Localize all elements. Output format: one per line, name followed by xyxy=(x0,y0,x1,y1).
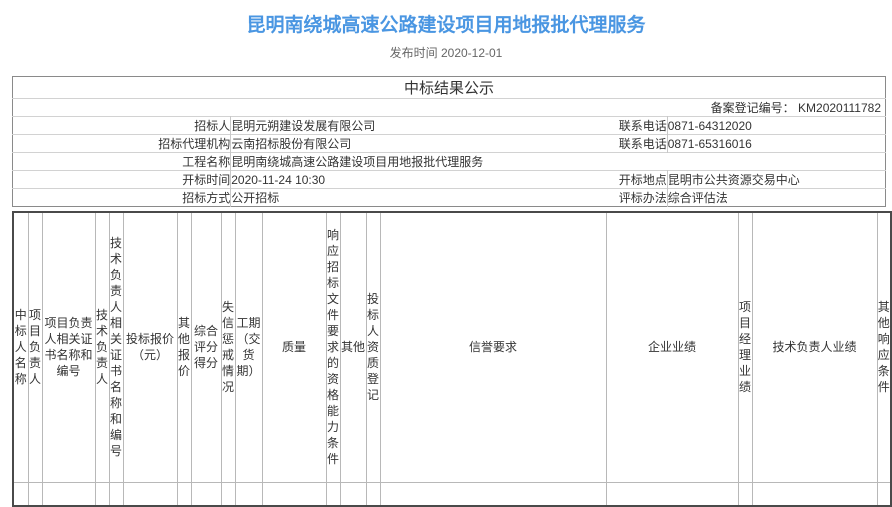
announcement-info-table: 中标结果公示 备案登记编号： KM2020111782 招标人 昆明元朔建设发展… xyxy=(12,76,886,207)
tenderee-phone-value: 0871-64312020 xyxy=(667,117,885,135)
col-project-leader: 项 目 负 责 人 xyxy=(28,212,42,482)
col-tech-leader: 技 术 负 责 人 xyxy=(95,212,109,482)
bid-opening-place-label: 开标地点 xyxy=(449,171,667,189)
agency-label: 招标代理机构 xyxy=(13,135,231,153)
bid-opening-time-value: 2020-11-24 10:30 xyxy=(231,171,449,189)
project-name-row: 工程名称 昆明南绕城高速公路建设项目用地报批代理服务 xyxy=(13,153,886,171)
agency-phone-value: 0871-65316016 xyxy=(667,135,885,153)
registration-row: 备案登记编号： KM2020111782 xyxy=(13,99,886,117)
col-composite-score: 综合 评分 得分 xyxy=(191,212,221,482)
col-dishonesty-record: 失 信 惩 戒 情 况 xyxy=(221,212,235,482)
col-bidder-qualification: 投 标 人 资 质 登 记 xyxy=(366,212,380,482)
col-tech-leader-cert: 技 术 负 责 人 相 关 证 书 名 称 和 编 号 xyxy=(109,212,123,482)
agency-value: 云南招标股份有限公司 xyxy=(231,135,449,153)
col-winner-name: 中 标 人 名 称 xyxy=(13,212,28,482)
tenderee-value: 昆明元朔建设发展有限公司 xyxy=(231,117,449,135)
col-bid-price: 投标报价 （元） xyxy=(123,212,177,482)
col-quality: 质量 xyxy=(262,212,326,482)
col-qualification-response: 响 应 招 标 文 件 要 求 的 资 格 能 力 条 件 xyxy=(326,212,340,482)
bid-opening-time-label: 开标时间 xyxy=(13,171,231,189)
project-name-value: 昆明南绕城高速公路建设项目用地报批代理服务 xyxy=(231,153,886,171)
project-name-label: 工程名称 xyxy=(13,153,231,171)
evaluation-method-label: 评标办法 xyxy=(449,189,667,207)
bid-method-value: 公开招标 xyxy=(231,189,449,207)
col-pm-performance: 项 目 经 理 业 绩 xyxy=(738,212,752,482)
col-tech-leader-performance: 技术负责人业绩 xyxy=(752,212,877,482)
col-other-response: 其 他 响 应 条 件 xyxy=(877,212,891,482)
registration-cell: 备案登记编号： KM2020111782 xyxy=(13,99,886,117)
tenderee-label: 招标人 xyxy=(13,117,231,135)
page-title: 昆明南绕城高速公路建设项目用地报批代理服务 xyxy=(0,14,892,38)
bid-method-row: 招标方式 公开招标 评标办法 综合评估法 xyxy=(13,189,886,207)
page: { "page": { "title": "昆明南绕城高速公路建设项目用地报批代… xyxy=(0,14,892,496)
col-enterprise-performance: 企业业绩 xyxy=(606,212,738,482)
announcement-header-row: 中标结果公示 xyxy=(13,77,886,99)
evaluation-method-value: 综合评估法 xyxy=(667,189,885,207)
col-other-price: 其 他 报 价 xyxy=(177,212,191,482)
col-project-leader-cert: 项目负责 人相关证 书名称和 编号 xyxy=(42,212,95,482)
result-table-data-row-cutoff xyxy=(13,482,891,506)
col-duration: 工期 （交 货 期） xyxy=(235,212,262,482)
registration-number: KM2020111782 xyxy=(798,101,881,115)
announcement-header: 中标结果公示 xyxy=(13,77,886,99)
agency-phone-label: 联系电话 xyxy=(449,135,667,153)
col-credit-requirement: 信誉要求 xyxy=(380,212,606,482)
agency-row: 招标代理机构 云南招标股份有限公司 联系电话 0871-65316016 xyxy=(13,135,886,153)
bid-opening-place-value: 昆明市公共资源交易中心 xyxy=(667,171,885,189)
tenderee-row: 招标人 昆明元朔建设发展有限公司 联系电话 0871-64312020 xyxy=(13,117,886,135)
tenderee-phone-label: 联系电话 xyxy=(449,117,667,135)
col-other: 其他 xyxy=(340,212,366,482)
bid-method-label: 招标方式 xyxy=(13,189,231,207)
bid-opening-row: 开标时间 2020-11-24 10:30 开标地点 昆明市公共资源交易中心 xyxy=(13,171,886,189)
registration-label: 备案登记编号： xyxy=(711,101,795,115)
publish-date: 发布时间 2020-12-01 xyxy=(0,46,892,60)
result-table-header-row: 中 标 人 名 称 项 目 负 责 人 项目负责 人相关证 书名称和 编号 技 … xyxy=(13,212,891,482)
bid-result-table: 中 标 人 名 称 项 目 负 责 人 项目负责 人相关证 书名称和 编号 技 … xyxy=(12,211,892,507)
